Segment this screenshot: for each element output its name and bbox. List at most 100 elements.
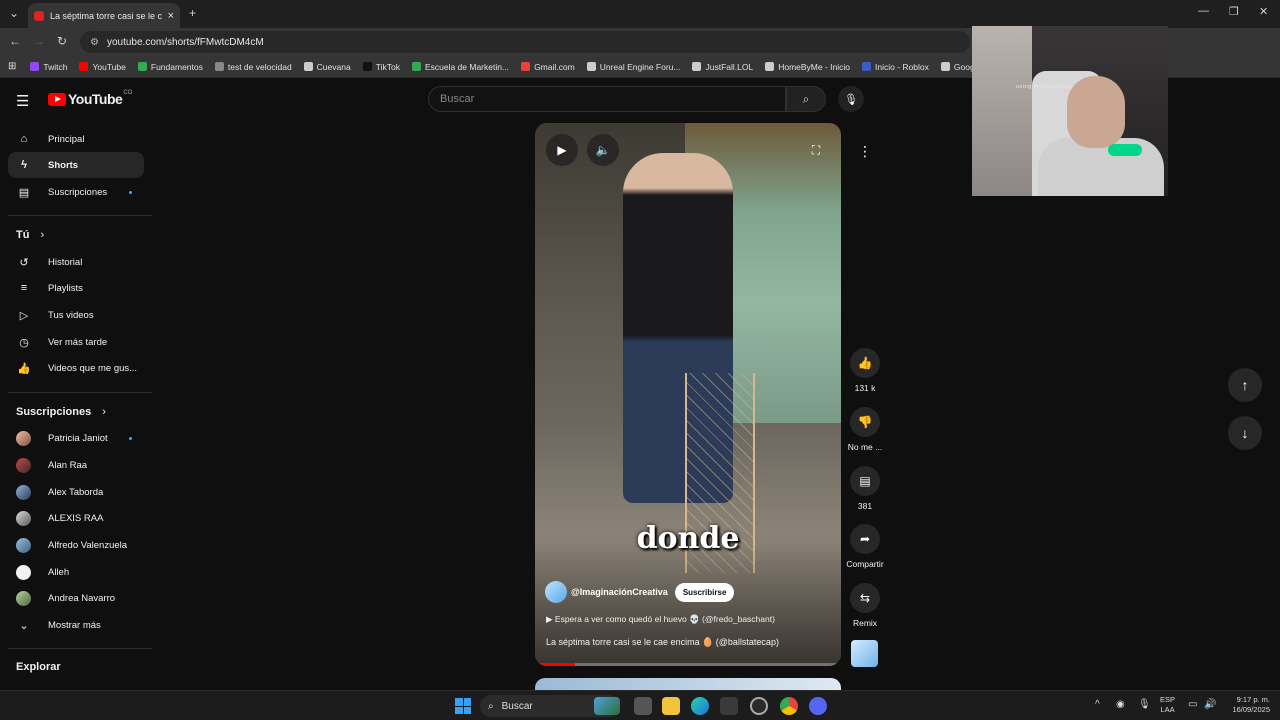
sound-row[interactable]: ▶ Espera a ver como quedó el huevo 💀 (@f…: [546, 614, 775, 625]
restore-icon[interactable]: ❐: [1229, 5, 1239, 18]
bookmark-label: Inicio - Roblox: [875, 61, 929, 72]
minimize-icon[interactable]: —: [1198, 5, 1209, 17]
sidebar-item-liked-videos[interactable]: 👍 Videos que me gus...: [8, 355, 144, 381]
share-icon[interactable]: ➦: [850, 524, 880, 554]
bookmark-item[interactable]: Unreal Engine Foru...: [586, 62, 680, 72]
steam-icon[interactable]: [750, 697, 768, 715]
bookmark-item[interactable]: Gmail.com: [521, 62, 575, 72]
show-hidden-icons-icon[interactable]: ^: [1095, 699, 1100, 710]
bookmark-item[interactable]: Cuevana: [303, 62, 351, 72]
forward-icon[interactable]: →: [33, 34, 45, 48]
tray-app-icon[interactable]: ◉: [1116, 699, 1125, 710]
thumbs-up-icon[interactable]: 👍: [850, 348, 880, 378]
share-action[interactable]: ➦ Compartir: [840, 524, 890, 569]
network-icon[interactable]: ▭: [1188, 699, 1197, 710]
sidebar-item-ver-mas-tarde[interactable]: ◷ Ver más tarde: [8, 329, 144, 355]
chrome-icon[interactable]: [780, 697, 798, 715]
fullscreen-button[interactable]: ⛶: [800, 134, 832, 166]
subscription-alan-raa[interactable]: Alan Raa: [8, 452, 144, 478]
apps-icon[interactable]: ⊞: [8, 61, 16, 72]
short-title[interactable]: La séptima torre casi se le cae encima 🥚…: [546, 637, 779, 648]
back-icon[interactable]: ←: [9, 34, 21, 48]
play-button[interactable]: ▶: [546, 134, 578, 166]
voice-search-button[interactable]: 🎙: [838, 86, 864, 112]
sidebar-item-playlists[interactable]: ≡ Playlists: [8, 275, 144, 301]
sidebar-item-shorts[interactable]: ϟ Shorts: [8, 152, 144, 178]
bookmark-item[interactable]: Twitch: [30, 62, 67, 72]
play-icon: ▶: [557, 143, 567, 157]
sidebar-item-principal[interactable]: ⌂ Principal: [8, 126, 144, 152]
widget-icon[interactable]: [594, 697, 620, 715]
sound-thumbnail[interactable]: [851, 640, 878, 667]
youtube-logo[interactable]: YouTube CO: [48, 90, 132, 107]
tab-search-icon[interactable]: ⌄: [9, 6, 19, 20]
remix-icon[interactable]: ⇆: [850, 583, 880, 613]
channel-name[interactable]: @ImaginaciónCreativa: [571, 587, 668, 597]
subscription-alexis-raa[interactable]: ALEXIS RAA: [8, 505, 144, 531]
subscription-alleh[interactable]: Alleh: [8, 559, 144, 585]
speaker-icon[interactable]: 🔊: [1204, 699, 1216, 710]
discord-icon[interactable]: [809, 697, 827, 715]
bookmark-label: JustFall.LOL: [705, 61, 754, 72]
bookmark-item[interactable]: test de velocidad: [214, 62, 292, 72]
avatar: [16, 457, 31, 473]
input-language[interactable]: ESP LAA: [1160, 695, 1175, 715]
close-tab-icon[interactable]: ×: [168, 10, 174, 22]
subscribe-button[interactable]: Suscribirse: [674, 582, 735, 602]
previous-short-button[interactable]: ↑: [1228, 368, 1262, 402]
short-video-player[interactable]: ▶ 🔈 ⛶ donde @ImaginaciónCreativa Suscrib…: [535, 123, 841, 666]
address-bar[interactable]: ⚙ youtube.com/shorts/fFMwtcDM4cM: [80, 31, 970, 53]
browser-tab-active[interactable]: La séptima torre casi se le cae encima ×: [28, 3, 180, 28]
search-input[interactable]: Buscar: [428, 86, 786, 112]
subscriptions-section-heading[interactable]: Suscripciones ›: [16, 406, 106, 418]
sidebar-item-historial[interactable]: ↺ Historial: [8, 249, 144, 275]
more-options-button[interactable]: ⋮: [850, 136, 880, 166]
bookmark-item[interactable]: HomeByMe - Inicio: [765, 62, 850, 72]
site-info-icon[interactable]: ⚙: [90, 37, 99, 48]
comment-icon[interactable]: ▤: [850, 466, 880, 496]
search-button[interactable]: ⌕: [786, 86, 826, 112]
file-explorer-icon[interactable]: [662, 697, 680, 715]
you-section-heading[interactable]: Tú ›: [16, 229, 44, 241]
logo-text: YouTube: [68, 91, 123, 107]
bookmark-item[interactable]: Fundamentos: [137, 62, 203, 72]
dislike-action[interactable]: 👎 No me ...: [840, 407, 890, 452]
subscription-alex-taborda[interactable]: Alex Taborda: [8, 479, 144, 505]
next-short-preview[interactable]: [535, 678, 841, 690]
subscription-andrea-navarro[interactable]: Andrea Navarro: [8, 585, 144, 611]
bookmark-item[interactable]: Escuela de Marketin...: [411, 62, 509, 72]
system-clock[interactable]: 9:17 p. m. 16/09/2025: [1224, 695, 1270, 715]
explore-heading-text: Explorar: [16, 661, 61, 673]
next-short-button[interactable]: ↓: [1228, 416, 1262, 450]
bookmark-favicon-icon: [521, 62, 531, 71]
bookmark-item[interactable]: TikTok: [362, 62, 400, 72]
sidebar-item-suscripciones[interactable]: ▤ Suscripciones: [8, 179, 144, 205]
sidebar-item-label: Videos que me gus...: [48, 362, 138, 374]
like-count: 131 k: [854, 383, 876, 393]
tab-title: La séptima torre casi se le cae encima: [50, 10, 162, 21]
new-tab-icon[interactable]: +: [189, 6, 196, 20]
hamburger-menu-icon[interactable]: ☰: [16, 92, 29, 110]
like-action[interactable]: 👍 131 k: [840, 348, 890, 393]
bookmark-item[interactable]: YouTube: [79, 62, 126, 72]
task-view-icon[interactable]: [634, 697, 652, 715]
sidebar-item-tus-videos[interactable]: ▷ Tus videos: [8, 302, 144, 328]
reload-icon[interactable]: ↻: [57, 34, 67, 48]
subscription-patricia-janiot[interactable]: Patricia Janiot: [8, 425, 144, 451]
bookmark-item[interactable]: Inicio - Roblox: [862, 62, 929, 72]
channel-avatar[interactable]: [545, 581, 567, 603]
bookmark-item[interactable]: JustFall.LOL: [692, 62, 753, 72]
video-progress-bar[interactable]: [535, 663, 841, 666]
volume-button[interactable]: 🔈: [587, 134, 619, 166]
windows-start-icon[interactable]: [455, 698, 471, 714]
show-more-button[interactable]: ⌄ Mostrar más: [8, 612, 144, 638]
window-close-icon[interactable]: ✕: [1259, 5, 1268, 18]
tray-mic-icon[interactable]: 🎙: [1138, 699, 1151, 710]
store-icon[interactable]: [720, 697, 738, 715]
edge-icon[interactable]: [691, 697, 709, 715]
subscription-alfredo-valenzuela[interactable]: Alfredo Valenzuela: [8, 532, 144, 558]
comments-action[interactable]: ▤ 381: [840, 466, 890, 511]
home-icon: ⌂: [20, 133, 28, 145]
remix-action[interactable]: ⇆ Remix: [840, 583, 890, 628]
thumbs-down-icon[interactable]: 👎: [850, 407, 880, 437]
